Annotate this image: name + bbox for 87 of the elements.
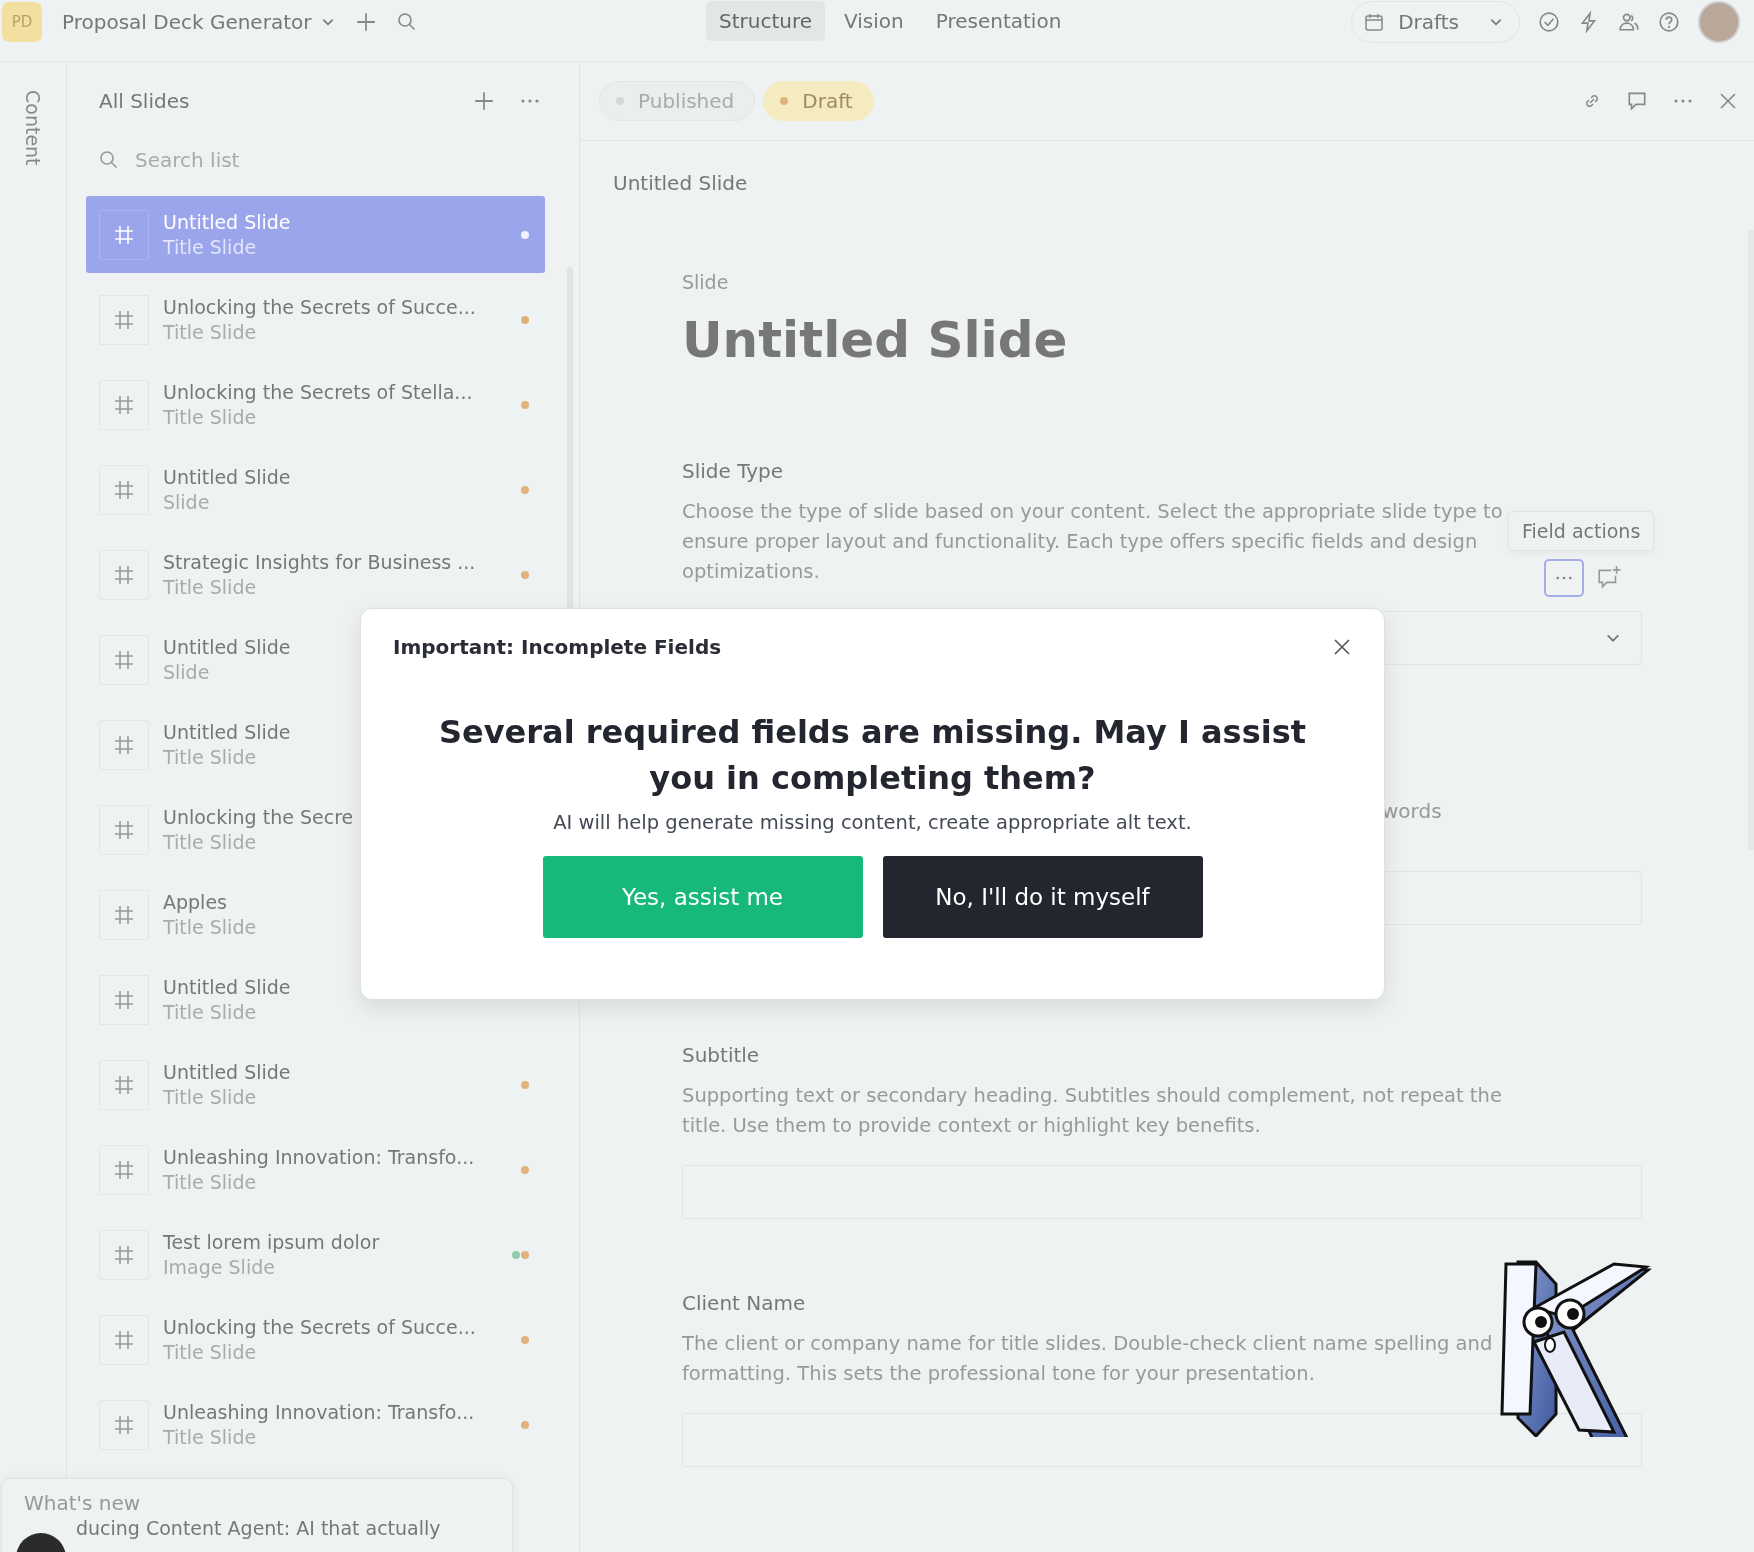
help-icon[interactable] <box>1658 11 1680 33</box>
view-tab[interactable]: Structure <box>706 1 826 41</box>
slide-type: Title Slide <box>163 576 257 598</box>
slide-type: Image Slide <box>163 1256 275 1278</box>
plus-icon[interactable] <box>355 11 378 33</box>
slide-title: Apples <box>163 891 227 913</box>
search-field[interactable]: Search list <box>133 147 437 173</box>
slide-list-item[interactable]: Untitled Slide Title Slide <box>86 1046 545 1123</box>
close-icon[interactable] <box>1332 637 1352 657</box>
slide-list-item[interactable]: Apples Title Slide <box>86 876 545 953</box>
more-icon[interactable] <box>1672 98 1694 104</box>
check-circle-icon[interactable] <box>1538 11 1560 33</box>
field-description: Supporting text or secondary heading. Subtitles should complement, not repeat the title. Use them to provide context or highlight key benefits. <box>682 1083 1503 1139</box>
more-icon <box>1555 575 1574 581</box>
slide-type: Slide <box>163 491 210 513</box>
breadcrumb: Untitled Slide <box>612 170 749 195</box>
slide-title: Strategic Insights for Business ... <box>163 551 476 573</box>
slide-type: Title Slide <box>163 916 257 938</box>
field-label: Subtitle <box>682 1043 761 1067</box>
slide-title: Untitled Slide <box>163 466 291 488</box>
word-count: words <box>1382 799 1443 823</box>
search-icon <box>99 150 119 170</box>
slide-title: Unlocking the Secrets of Succe... <box>163 296 476 318</box>
project-badge: PD <box>2 2 42 42</box>
field-description: Choose the type of slide based on your content. Select the appropriate slide type to ensure proper layout and functionality. Each type offers specific fields and design optimizations. <box>682 499 1504 585</box>
slide-type: Slide <box>163 661 210 683</box>
slide-type: Title Slide <box>163 1001 257 1023</box>
slide-list-item[interactable]: Untitled Slide Title Slide <box>86 961 545 1038</box>
slide-heading: Untitled Slide <box>682 311 1069 369</box>
slide-list-item[interactable]: Unlocking the Secrets of Stella... Title Slide <box>86 366 545 443</box>
slide-list-item[interactable]: Strategic Insights for Business ... Title Slide <box>86 536 545 613</box>
slide-list-item[interactable]: Unlocking the Secrets of Succe... Title Slide <box>86 281 545 358</box>
plus-icon[interactable] <box>473 90 495 112</box>
slide-list-item[interactable]: Untitled Slide Title Slide <box>86 196 545 273</box>
slide-title: Untitled Slide <box>163 721 291 743</box>
close-icon[interactable] <box>1718 91 1738 111</box>
confirm-button[interactable]: Yes, assist me <box>542 856 863 938</box>
slide-list-item[interactable]: Unleashing Innovation: Transfo... Title Slide <box>86 1131 545 1208</box>
slide-title: Untitled Slide <box>163 1061 291 1083</box>
decline-button[interactable]: No, I'll do it myself <box>882 856 1203 938</box>
project-menu[interactable]: Proposal Deck Generator <box>62 10 336 34</box>
field-description: The client or company name for title slides. Double-check client name spelling and formatting. This sets the professional tone for your presentation. <box>682 1331 1494 1387</box>
add-comment-icon[interactable] <box>1596 565 1623 591</box>
slide-title: Untitled Slide <box>163 211 291 233</box>
dialog-title: Important: Incomplete Fields <box>393 635 722 659</box>
slide-list-item[interactable]: Test lorem ipsum dolor Image Slide <box>86 1216 545 1293</box>
slide-title: Untitled Slide <box>163 636 291 658</box>
slide-list-item[interactable]: Unleashing Innovation: Transfo... Title Slide <box>86 1386 545 1463</box>
popup-title: What's new <box>24 1491 141 1515</box>
more-icon[interactable] <box>519 98 541 104</box>
tooltip: Field actions <box>1508 511 1655 551</box>
slide-title: Test lorem ipsum dolor <box>163 1231 380 1253</box>
list-title: All Slides <box>99 89 190 113</box>
field-label: Slide Type <box>682 459 785 483</box>
slide-type: Title Slide <box>163 1341 257 1363</box>
slide-type: Title Slide <box>163 831 257 853</box>
status-pill[interactable]: Draft <box>763 81 874 121</box>
field-label: Client Name <box>682 1291 807 1315</box>
calendar-icon <box>1364 12 1385 32</box>
comment-icon[interactable] <box>1626 90 1648 112</box>
news-text: ducing Content Agent: AI that actually <box>76 1517 441 1539</box>
slide-title: Unleashing Innovation: Transfo... <box>163 1401 475 1423</box>
slide-title: Untitled Slide <box>163 976 291 998</box>
slide-title: Unlocking the Secrets of Succe... <box>163 1316 476 1338</box>
avatar[interactable] <box>1698 1 1740 43</box>
slide-type: Title Slide <box>163 746 257 768</box>
slide-title: Unleashing Innovation: Transfo... <box>163 1146 475 1168</box>
slide-type: Title Slide <box>163 321 257 343</box>
dialog-text: AI will help generate missing content, create appropriate alt text. <box>552 811 1193 834</box>
view-tab[interactable]: Vision <box>831 1 917 41</box>
slide-type: Title Slide <box>163 1171 257 1193</box>
slide-type: Title Slide <box>163 1086 257 1108</box>
slide-title: Unlocking the Secre <box>163 806 354 828</box>
search-icon[interactable] <box>397 12 418 32</box>
more-button[interactable] <box>1544 559 1585 597</box>
slide-list-item[interactable]: Unlocking the Secrets of Succe... Title Slide <box>86 1301 545 1378</box>
status-pill[interactable]: Published <box>599 81 756 121</box>
slide-type: Title Slide <box>163 236 257 258</box>
slide-title: Unlocking the Secrets of Stella... <box>163 381 473 403</box>
content-tab[interactable]: Content <box>22 90 44 166</box>
people-icon[interactable] <box>1618 11 1640 33</box>
slide-type: Title Slide <box>163 1426 257 1448</box>
slide-type: Title Slide <box>163 406 257 428</box>
section-label: Slide <box>682 271 730 293</box>
view-tab[interactable]: Presentation <box>922 1 1075 41</box>
slide-list-item[interactable]: Untitled Slide Slide <box>86 451 545 528</box>
input-field[interactable] <box>682 1413 1642 1467</box>
